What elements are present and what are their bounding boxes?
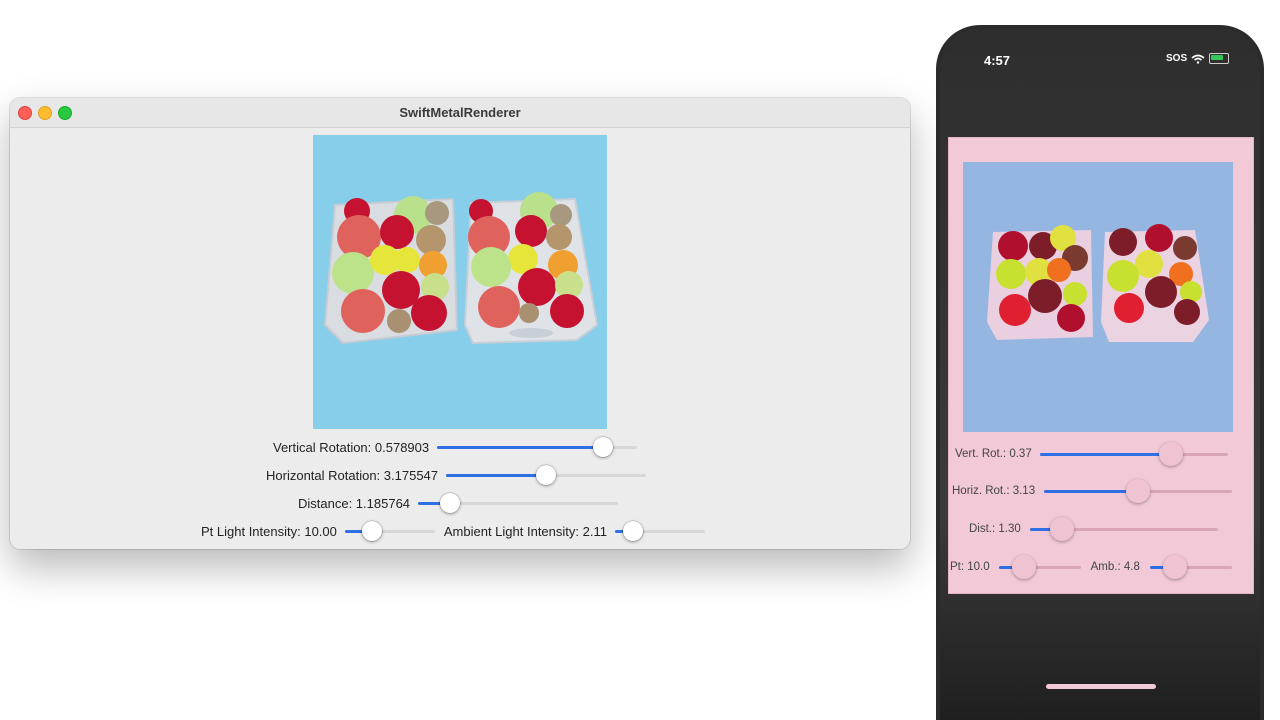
horizontal-rotation-slider[interactable] — [446, 464, 647, 486]
fruit-baskets-render — [323, 192, 599, 345]
home-indicator[interactable] — [1046, 684, 1156, 689]
horizontal-rotation-label: Horizontal Rotation: 3.175547 — [266, 467, 439, 483]
pt-light-label: Pt Light Intensity: 10.00 — [201, 523, 337, 539]
phone-vert-rot-label: Vert. Rot.: 0.37 — [955, 448, 1032, 460]
title-bar[interactable]: SwiftMetalRenderer — [10, 98, 910, 128]
phone-light-row: Pt: 10.0 Amb.: 4.8 — [950, 555, 1232, 579]
distance-label: Distance: 1.185764 — [298, 495, 411, 511]
phone-horiz-rot-label: Horiz. Rot.: 3.13 — [952, 485, 1036, 497]
phone-dist-slider[interactable] — [1029, 517, 1218, 541]
distance-slider[interactable] — [418, 492, 619, 514]
phone-horiz-rot-row: Horiz. Rot.: 3.13 — [952, 479, 1233, 503]
ambient-light-slider[interactable] — [614, 520, 705, 542]
battery-icon — [1209, 53, 1230, 64]
slider-knob[interactable] — [622, 521, 643, 541]
phone-screen: 4:57 SOS Vert. Rot.: 0.37 Horiz. Rot.: 3… — [940, 29, 1260, 720]
wifi-icon — [1191, 54, 1205, 64]
slider-knob[interactable] — [1012, 555, 1037, 579]
slider-knob[interactable] — [1159, 442, 1184, 466]
phone-device: 4:57 SOS Vert. Rot.: 0.37 Horiz. Rot.: 3… — [936, 25, 1264, 720]
phone-app-panel: Vert. Rot.: 0.37 Horiz. Rot.: 3.13 Dist.… — [948, 137, 1254, 594]
phone-pt-label: Pt: 10.0 — [950, 561, 990, 573]
phone-amb-slider[interactable] — [1149, 555, 1232, 579]
slider-knob[interactable] — [1049, 517, 1074, 541]
slider-knob[interactable] — [593, 437, 614, 457]
status-time: 4:57 — [984, 53, 1011, 68]
slider-knob[interactable] — [1126, 479, 1151, 503]
slider-knob[interactable] — [536, 465, 557, 485]
slider-knob[interactable] — [1163, 555, 1188, 579]
ambient-light-label: Ambient Light Intensity: 2.11 — [443, 523, 607, 539]
app-window: SwiftMetalRenderer Vertical Rotation: 0.… — [10, 98, 910, 549]
sos-indicator: SOS — [1166, 53, 1188, 64]
lighting-row: Pt Light Intensity: 10.00 Ambient Light … — [201, 520, 705, 542]
phone-dist-label: Dist.: 1.30 — [969, 523, 1021, 535]
phone-amb-label: Amb.: 4.8 — [1090, 561, 1140, 573]
slider-knob[interactable] — [361, 521, 382, 541]
phone-fruit-baskets-render — [987, 224, 1209, 342]
phone-pt-slider[interactable] — [998, 555, 1081, 579]
render-viewport[interactable] — [313, 135, 607, 429]
status-bar-right: SOS — [1166, 53, 1230, 64]
vertical-rotation-row: Vertical Rotation: 0.578903 — [273, 436, 638, 458]
phone-horiz-rot-slider[interactable] — [1044, 479, 1233, 503]
vertical-rotation-slider[interactable] — [437, 436, 638, 458]
phone-vert-rot-row: Vert. Rot.: 0.37 — [955, 442, 1228, 466]
phone-vert-rot-slider[interactable] — [1039, 442, 1228, 466]
window-title: SwiftMetalRenderer — [399, 105, 521, 120]
phone-dist-row: Dist.: 1.30 — [969, 517, 1218, 541]
distance-row: Distance: 1.185764 — [298, 492, 619, 514]
phone-render-viewport[interactable] — [963, 162, 1233, 432]
slider-knob[interactable] — [440, 493, 461, 513]
horizontal-rotation-row: Horizontal Rotation: 3.175547 — [266, 464, 647, 486]
pt-light-slider[interactable] — [344, 520, 435, 542]
vertical-rotation-label: Vertical Rotation: 0.578903 — [273, 439, 430, 455]
